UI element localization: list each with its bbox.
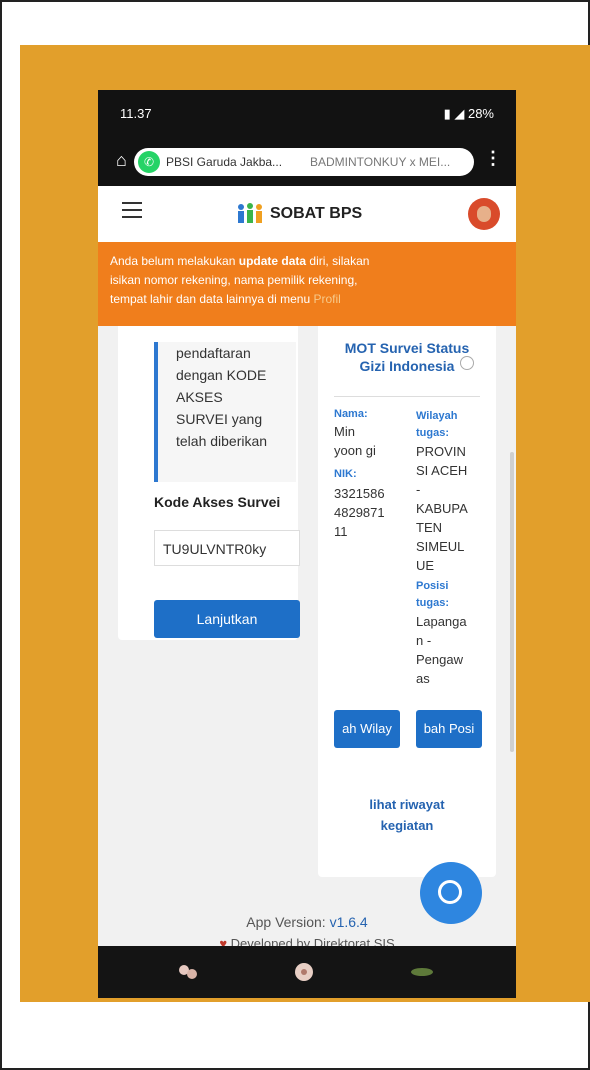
outer-frame: 11.37 ▮ ◢ 28% ⌂ ✆ PBSI Garuda Jakba... B… [0,0,590,1070]
home-icon[interactable]: ⌂ [116,150,127,171]
region-label: Wilayah tugas: [416,410,458,439]
name-label: Nama: [334,408,368,420]
select-radio[interactable] [460,356,474,370]
access-code-input[interactable]: TU9ULVNTR0ky [154,530,300,566]
app-title: SOBAT BPS [270,205,363,222]
whatsapp-icon: ✆ [138,151,160,173]
note-line: SURVEI yang [176,411,263,427]
change-region-button[interactable]: ah Wilay [334,710,400,748]
nik-label: NIK: [334,468,357,480]
access-code-label: Kode Akses Survei [154,494,281,510]
signal-icon: ▮ ◢ [443,106,468,121]
note-line: AKSES [176,389,223,405]
name-value: Min yoon gi [334,424,376,458]
survey-title: MOT Survei Status [344,340,470,356]
hamburger-menu-icon[interactable] [122,202,142,218]
position-value: Lapanga n - Pengaw as [416,614,467,686]
survey-card: MOT Survei Status Gizi Indonesia Nama: M… [318,322,496,877]
more-menu-icon[interactable]: ⋮ [484,148,502,169]
note-line: pendaftaran [176,345,251,361]
tab-title-2[interactable]: BADMINTONKUY x MEI... [310,155,450,169]
leaf-icon[interactable] [408,960,436,984]
divider [334,396,480,397]
app-bar: SOBAT BPS [98,186,516,242]
scrollbar[interactable] [510,452,514,752]
tab-pill[interactable]: ✆ PBSI Garuda Jakba... BADMINTONKUY x ME… [134,148,474,176]
profile-link[interactable]: Profil [313,292,340,306]
note-line: dengan KODE [176,367,267,383]
sobat-bps-logo-icon [238,203,262,223]
note-line: telah diberikan [176,433,268,449]
status-time: 11.37 [120,106,152,121]
status-battery: ▮ ◢ 28% [443,106,494,121]
tab-title-1[interactable]: PBSI Garuda Jakba... [166,155,282,169]
browser-tab-bar: ⌂ ✆ PBSI Garuda Jakba... BADMINTONKUY x … [98,138,516,186]
position-label: Posisi tugas: [416,580,449,609]
access-code-card: pendaftaran dengan KODE AKSES SURVEI yan… [118,322,300,640]
continue-button[interactable]: Lanjutkan [154,600,300,638]
update-data-banner: Anda belum melakukan update data diri, s… [98,242,516,326]
region-value: PROVIN SI ACEH - KABUPA TEN SIMEUL UE [416,444,468,573]
bottom-navigation [98,946,516,998]
chat-bubble-icon [438,880,462,904]
change-position-button[interactable]: bah Posi [416,710,482,748]
avatar[interactable] [468,198,500,230]
activity-history-link[interactable]: lihat riwayat kegiatan [318,794,496,836]
nik-value: 3321586 4829871 11 [334,486,385,539]
phone-screen: 11.37 ▮ ◢ 28% ⌂ ✆ PBSI Garuda Jakba... B… [98,90,516,998]
instruction-note: pendaftaran dengan KODE AKSES SURVEI yan… [154,342,296,482]
main-content: pendaftaran dengan KODE AKSES SURVEI yan… [98,242,516,892]
chat-button[interactable] [420,862,482,924]
blossom-icon[interactable] [290,960,318,984]
status-bar: 11.37 ▮ ◢ 28% [98,90,516,138]
flower-icon[interactable] [174,960,202,984]
